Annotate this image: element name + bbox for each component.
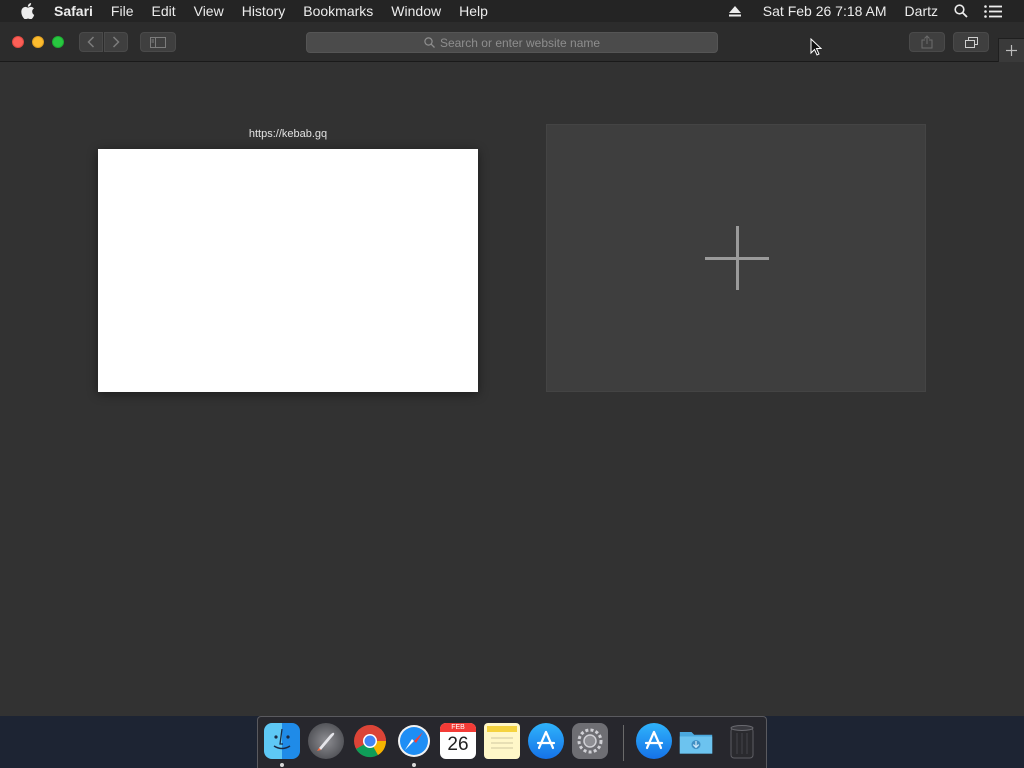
safari-icon[interactable]	[396, 723, 432, 759]
menu-view[interactable]: View	[194, 0, 224, 22]
mouse-cursor-icon	[810, 38, 822, 56]
forward-button[interactable]	[104, 32, 128, 52]
tabs-overview-icon	[964, 36, 978, 48]
calendar-day: 26	[447, 734, 469, 755]
launchpad-icon[interactable]	[308, 723, 344, 759]
address-bar[interactable]: Search or enter website name	[306, 32, 718, 53]
menu-bookmarks[interactable]: Bookmarks	[303, 0, 373, 22]
menu-help[interactable]: Help	[459, 0, 488, 22]
address-placeholder: Search or enter website name	[439, 35, 601, 50]
close-button[interactable]	[12, 36, 24, 48]
system-preferences-icon[interactable]	[572, 723, 608, 759]
maximize-button[interactable]	[52, 36, 64, 48]
top-site-label[interactable]: https://kebab.gq	[98, 128, 478, 140]
share-icon	[921, 35, 933, 49]
chrome-icon[interactable]	[352, 723, 388, 759]
sidebar-icon	[150, 36, 166, 48]
back-button[interactable]	[79, 32, 103, 52]
menu-bar: Safari File Edit View History Bookmarks …	[0, 0, 1024, 22]
calendar-month: FEB	[440, 723, 476, 732]
menu-window[interactable]: Window	[391, 0, 441, 22]
menu-edit[interactable]: Edit	[151, 0, 175, 22]
menu-user[interactable]: Dartz	[905, 3, 938, 19]
finder-icon[interactable]	[264, 723, 300, 759]
spotlight-icon[interactable]	[954, 4, 968, 18]
calendar-icon[interactable]: FEB 26	[440, 723, 476, 759]
add-top-site-tile[interactable]	[546, 124, 926, 392]
menu-history[interactable]: History	[242, 0, 286, 22]
apple-menu-icon[interactable]	[20, 3, 36, 19]
trash-icon[interactable]	[724, 723, 760, 759]
minimize-button[interactable]	[32, 36, 44, 48]
menu-clock[interactable]: Sat Feb 26 7:18 AM	[763, 3, 887, 19]
menu-safari[interactable]: Safari	[54, 0, 93, 22]
plus-icon	[1006, 45, 1017, 56]
chevron-left-icon	[87, 36, 95, 48]
top-site-thumbnail[interactable]	[98, 149, 478, 392]
search-icon	[424, 37, 435, 48]
finder-running-indicator	[280, 763, 284, 767]
sidebar-toggle-button[interactable]	[140, 32, 176, 52]
add-plus-icon-vertical	[736, 226, 739, 290]
menu-extras: Sat Feb 26 7:18 AM Dartz	[728, 0, 1024, 22]
eject-icon[interactable]	[728, 5, 741, 17]
app-store-stack-icon[interactable]	[636, 723, 672, 759]
show-tabs-button[interactable]	[953, 32, 989, 52]
chevron-right-icon	[112, 36, 120, 48]
dock: FEB 26	[257, 716, 767, 768]
notification-center-icon[interactable]	[984, 4, 1002, 18]
share-button[interactable]	[909, 32, 945, 52]
dock-separator	[623, 725, 624, 761]
safari-window: Search or enter website name https://keb…	[0, 22, 1024, 716]
app-store-icon[interactable]	[528, 723, 564, 759]
new-tab-button[interactable]	[998, 38, 1024, 62]
menu-file[interactable]: File	[111, 0, 134, 22]
safari-running-indicator	[412, 763, 416, 767]
notes-icon[interactable]	[484, 723, 520, 759]
downloads-folder-icon[interactable]	[678, 723, 714, 759]
top-sites-page: https://kebab.gq	[0, 62, 1024, 716]
safari-toolbar: Search or enter website name	[0, 22, 1024, 62]
